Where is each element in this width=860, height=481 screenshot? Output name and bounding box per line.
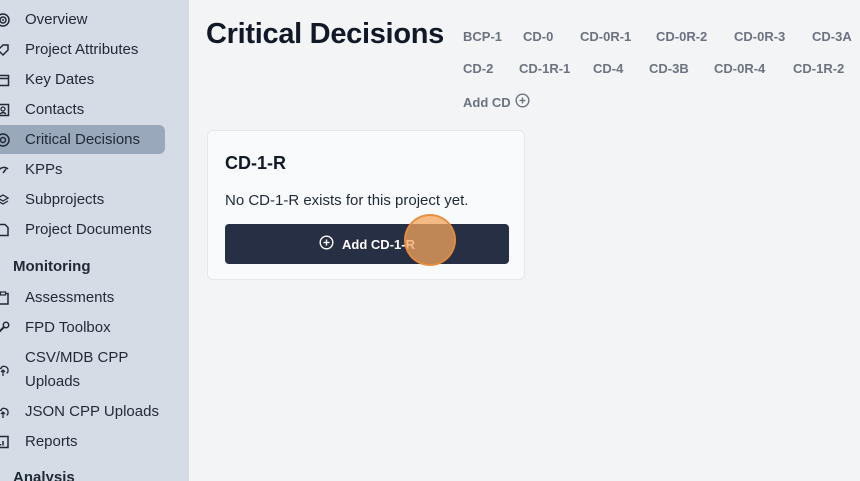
sidebar-item-label: Critical Decisions <box>25 131 141 148</box>
stack-icon <box>0 193 10 207</box>
sidebar-item-label-line2: Uploads <box>25 373 81 390</box>
sidebar-item-csv-mdb-cpp-uploads[interactable]: CSV/MDB CPP Uploads <box>0 346 165 394</box>
cloud-upload-icon <box>0 405 10 419</box>
page-title: Critical Decisions <box>206 18 444 50</box>
tab-cd-1r-2[interactable]: CD-1R-2 <box>793 61 844 76</box>
sidebar-item-overview[interactable]: Overview <box>0 8 165 32</box>
tab-cd-1r-1[interactable]: CD-1R-1 <box>519 61 570 76</box>
card-message: No CD-1-R exists for this project yet. <box>225 192 469 209</box>
calendar-icon <box>0 73 10 87</box>
sidebar-item-label: Subprojects <box>25 191 105 208</box>
sidebar-item-kpps[interactable]: KPPs <box>0 158 165 182</box>
add-cd-button[interactable]: Add CD <box>463 93 530 111</box>
sidebar-item-label: Reports <box>25 433 78 450</box>
sidebar-item-json-cpp-uploads[interactable]: JSON CPP Uploads <box>0 400 165 424</box>
document-icon <box>0 223 10 237</box>
monitoring-section-title: Monitoring <box>13 258 91 275</box>
tab-cd-0[interactable]: CD-0 <box>523 29 553 44</box>
sidebar-item-project-attributes[interactable]: Project Attributes <box>0 38 165 62</box>
tab-cd-0r-1[interactable]: CD-0R-1 <box>580 29 631 44</box>
sidebar-item-fpd-toolbox[interactable]: FPD Toolbox <box>0 316 165 340</box>
target-icon <box>0 13 10 27</box>
contact-card-icon <box>0 103 10 117</box>
decision-icon <box>0 133 10 147</box>
sidebar: Overview Project Attributes Key Dates Co… <box>0 0 189 481</box>
sidebar-item-label: Overview <box>25 11 88 28</box>
tab-cd-3a[interactable]: CD-3A <box>812 29 852 44</box>
sidebar-item-label: Project Documents <box>25 221 152 238</box>
sidebar-item-assessments[interactable]: Assessments <box>0 286 165 310</box>
sidebar-item-project-documents[interactable]: Project Documents <box>0 218 165 242</box>
tag-icon <box>0 43 10 57</box>
sidebar-item-label: Project Attributes <box>25 41 139 58</box>
add-cd-label: Add CD <box>463 94 511 110</box>
sidebar-item-label: Contacts <box>25 101 85 118</box>
tab-cd-2[interactable]: CD-2 <box>463 61 493 76</box>
sidebar-item-label: FPD Toolbox <box>25 319 111 336</box>
sidebar-item-label: JSON CPP Uploads <box>25 403 159 420</box>
tab-bcp-1[interactable]: BCP-1 <box>463 29 502 44</box>
analysis-section-title: Analysis <box>13 469 75 481</box>
sidebar-item-label: KPPs <box>25 161 63 178</box>
sidebar-item-critical-decisions[interactable]: Critical Decisions <box>0 125 165 154</box>
report-icon <box>0 435 10 449</box>
wrench-icon <box>0 321 10 335</box>
tab-cd-3b[interactable]: CD-3B <box>649 61 689 76</box>
gauge-icon <box>0 163 10 177</box>
tab-cd-0r-4[interactable]: CD-0R-4 <box>714 61 765 76</box>
clipboard-icon <box>0 291 10 305</box>
tab-cd-0r-3[interactable]: CD-0R-3 <box>734 29 785 44</box>
tab-cd-4[interactable]: CD-4 <box>593 61 623 76</box>
cd-card: CD-1-R No CD-1-R exists for this project… <box>207 130 525 280</box>
sidebar-item-label: Key Dates <box>25 71 95 88</box>
plus-circle-icon <box>515 93 530 111</box>
sidebar-item-reports[interactable]: Reports <box>0 430 165 454</box>
button-label: Add CD-1-R <box>342 236 415 252</box>
sidebar-item-contacts[interactable]: Contacts <box>0 98 165 122</box>
cloud-upload-icon <box>0 363 10 377</box>
sidebar-item-label: Assessments <box>25 289 115 306</box>
card-title: CD-1-R <box>225 153 286 173</box>
plus-circle-icon <box>319 235 334 253</box>
sidebar-item-subprojects[interactable]: Subprojects <box>0 188 165 212</box>
add-cd-1-r-button[interactable]: Add CD-1-R <box>225 224 509 264</box>
sidebar-item-key-dates[interactable]: Key Dates <box>0 68 165 92</box>
sidebar-item-label: CSV/MDB CPP <box>25 349 129 366</box>
main-content: Critical Decisions BCP-1 CD-0 CD-0R-1 CD… <box>189 0 860 481</box>
tab-cd-0r-2[interactable]: CD-0R-2 <box>656 29 707 44</box>
